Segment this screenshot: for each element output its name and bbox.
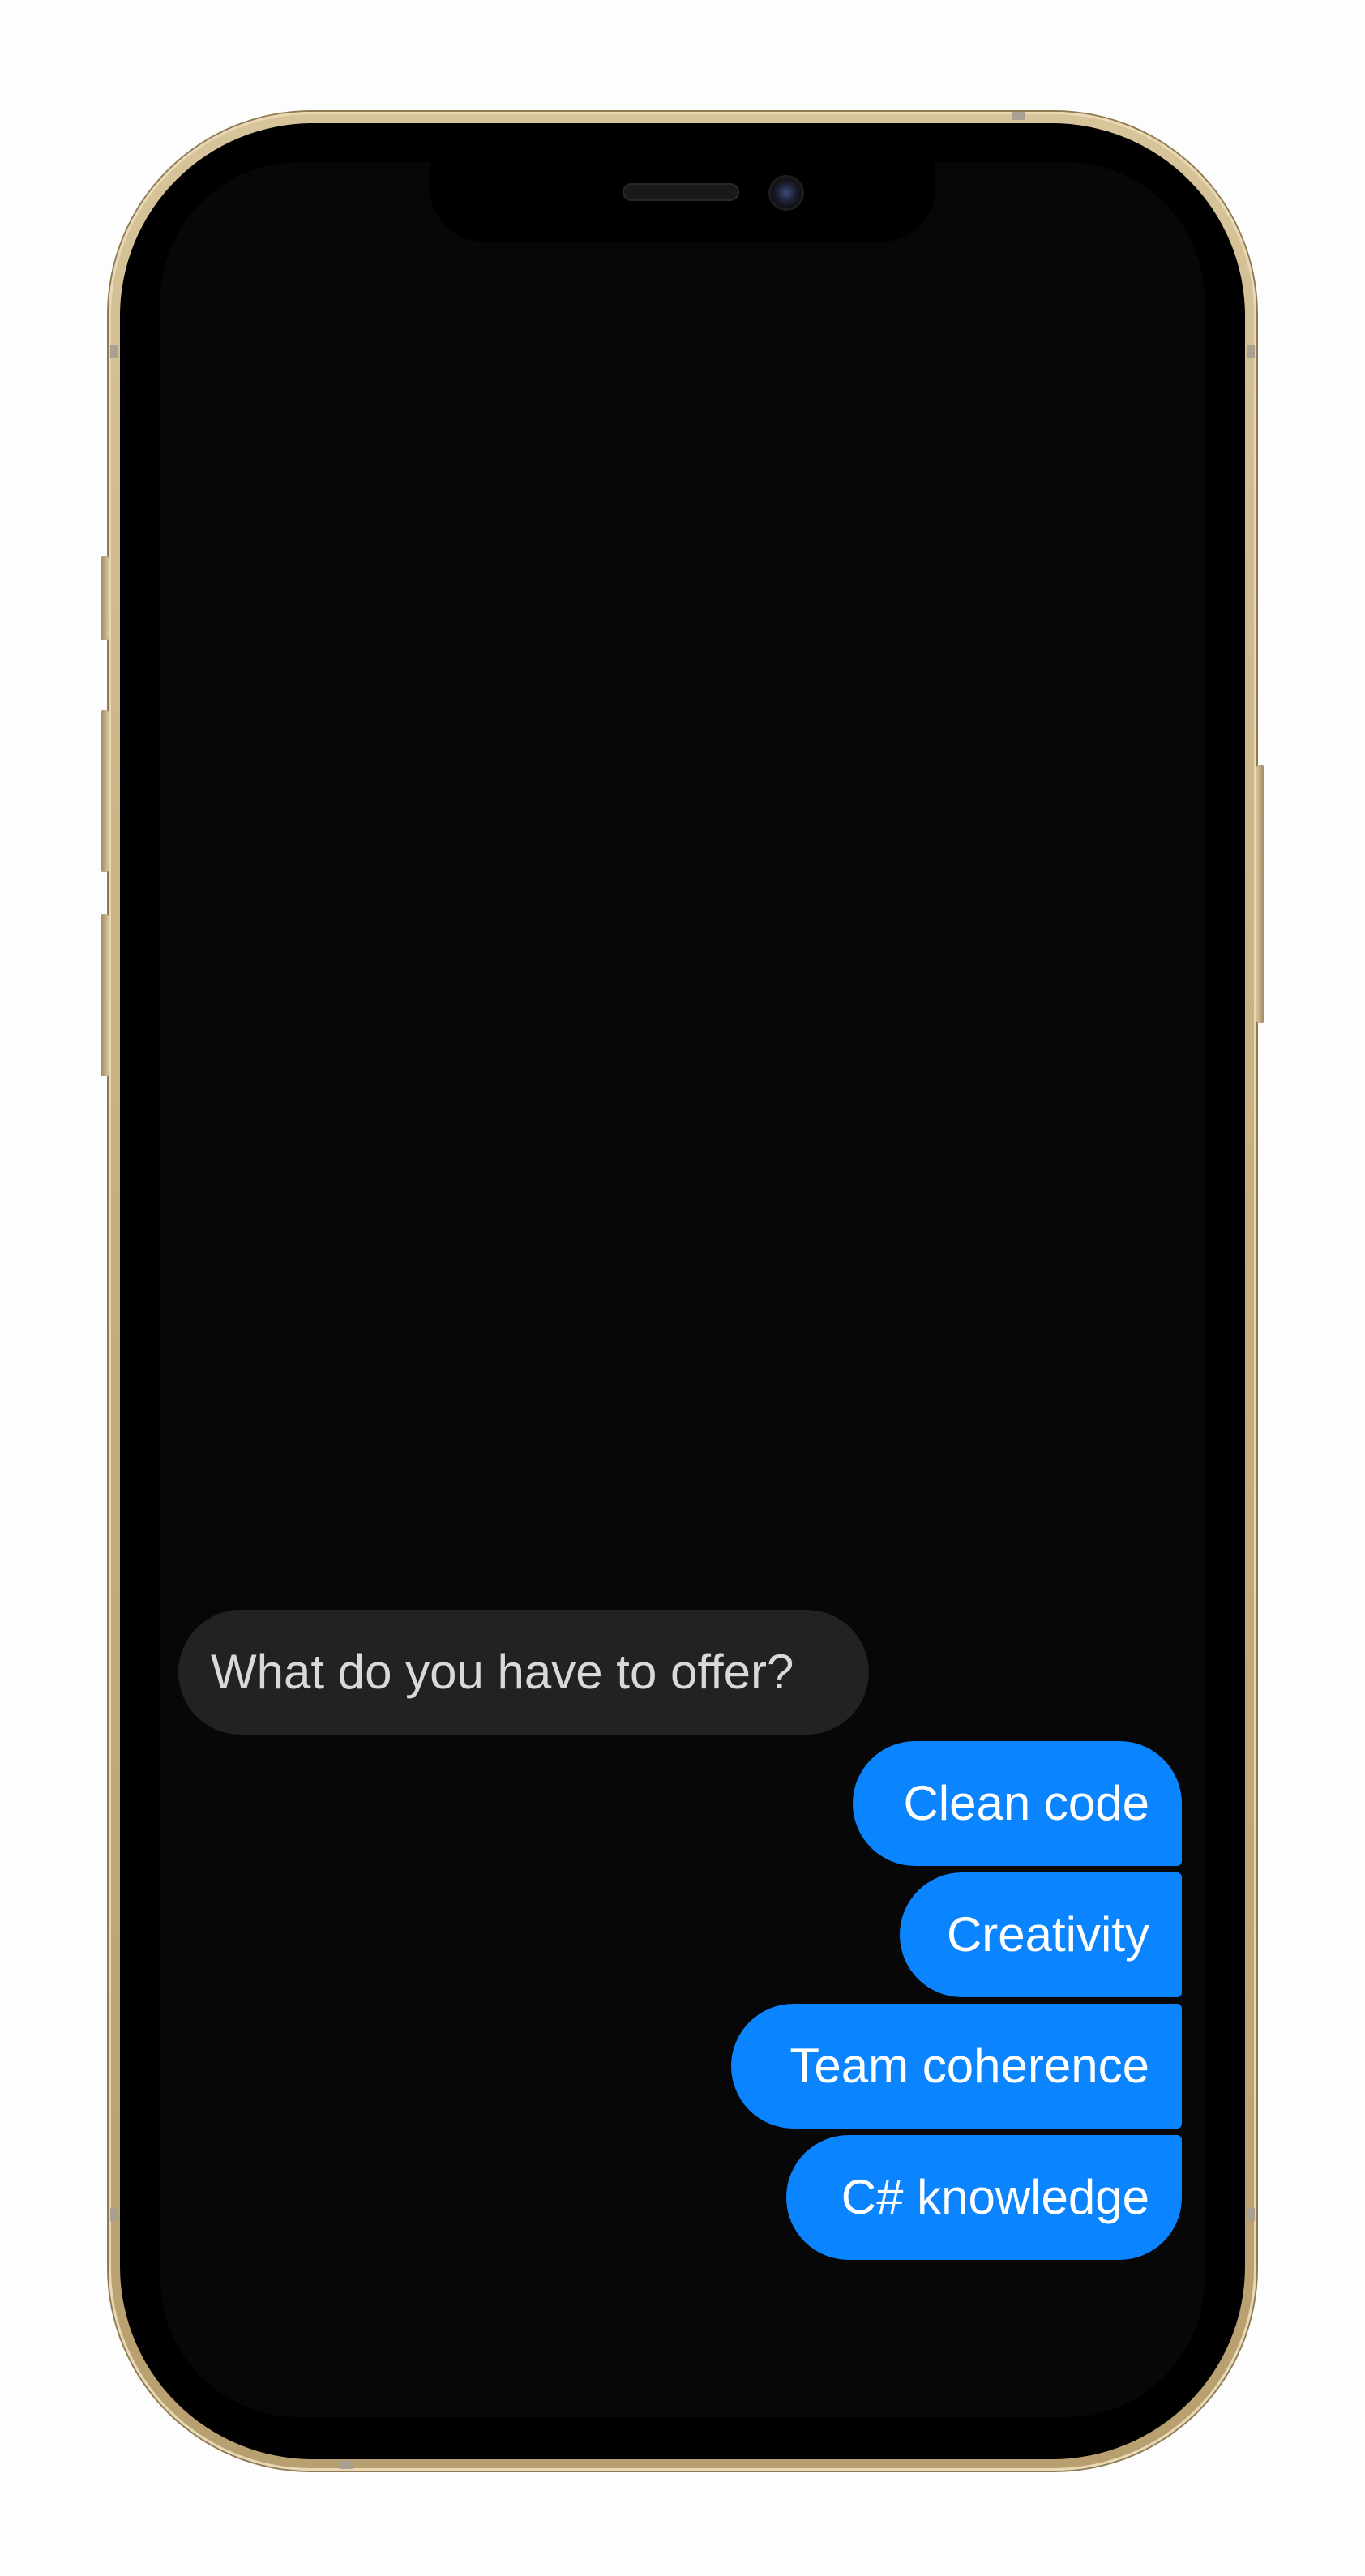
incoming-message-bubble[interactable]: What do you have to offer? bbox=[178, 1610, 869, 1735]
message-thread: What do you have to offer? Clean code Cr… bbox=[160, 162, 1205, 2417]
antenna-band bbox=[110, 345, 118, 358]
antenna-band bbox=[1012, 112, 1025, 120]
silent-switch[interactable] bbox=[101, 556, 109, 640]
antenna-band bbox=[1247, 2208, 1255, 2221]
outgoing-message-bubble[interactable]: C# knowledge bbox=[786, 2135, 1182, 2260]
volume-up-button[interactable] bbox=[101, 710, 109, 872]
outgoing-message-bubble[interactable]: Clean code bbox=[853, 1741, 1182, 1866]
outgoing-message-bubble[interactable]: Team coherence bbox=[731, 2004, 1182, 2129]
power-button[interactable] bbox=[1256, 765, 1264, 1023]
outgoing-message-bubble[interactable]: Creativity bbox=[900, 1872, 1182, 1997]
volume-down-button[interactable] bbox=[101, 914, 109, 1076]
antenna-band bbox=[340, 2461, 353, 2469]
antenna-band bbox=[1247, 345, 1255, 358]
antenna-band bbox=[110, 2208, 118, 2221]
